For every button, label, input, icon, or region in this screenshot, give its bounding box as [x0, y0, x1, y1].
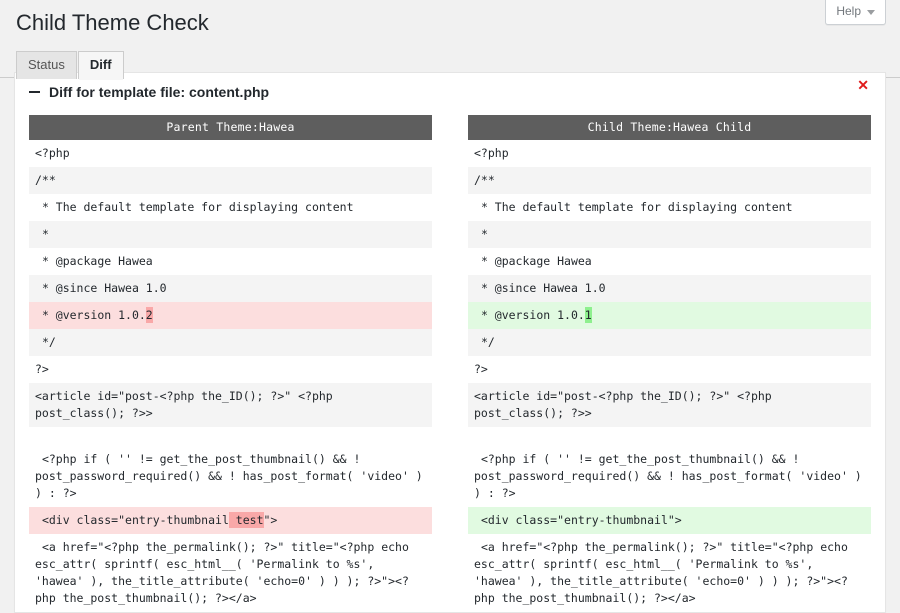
- diff-line: * @package Hawea: [29, 248, 432, 275]
- diff-line: * @since Hawea 1.0: [29, 275, 432, 302]
- diff-line-removed: * @version 1.0.2: [29, 302, 432, 329]
- help-button-label: Help: [836, 4, 861, 18]
- diff-line-added: * @version 1.0.1: [468, 302, 871, 329]
- diff-line-added: <div class="entry-thumbnail">: [468, 507, 871, 534]
- diff-line: <a href="<?php the_permalink(); ?>" titl…: [468, 534, 871, 612]
- diff-column-child: Child Theme:Hawea Child <?php/** * The d…: [468, 115, 871, 612]
- diff-line: * The default template for displaying co…: [468, 194, 871, 221]
- help-button[interactable]: Help: [825, 0, 886, 25]
- diff-line: ?>: [29, 356, 432, 383]
- diff-line: * @since Hawea 1.0: [468, 275, 871, 302]
- child-theme-lines: <?php/** * The default template for disp…: [468, 140, 871, 612]
- diff-line: */: [29, 329, 432, 356]
- diff-card: Diff for template file: content.php ✕ Pa…: [14, 72, 886, 613]
- diff-line: ?>: [468, 356, 871, 383]
- removed-text-chunk: 2: [145, 307, 153, 323]
- diff-line-spacer: [29, 427, 432, 446]
- minus-icon[interactable]: [29, 91, 40, 93]
- diff-line: <?php if ( '' != get_the_post_thumbnail(…: [29, 446, 432, 507]
- added-text-chunk: 1: [584, 307, 592, 323]
- diff-body: Parent Theme:Hawea <?php/** * The defaul…: [15, 112, 885, 612]
- tab-diff[interactable]: Diff: [77, 50, 124, 80]
- tab-status[interactable]: Status: [16, 50, 77, 79]
- diff-line: <?php: [29, 140, 432, 167]
- chevron-down-icon: [867, 9, 875, 15]
- diff-card-header: Diff for template file: content.php ✕: [15, 73, 885, 112]
- diff-line: *: [29, 221, 432, 248]
- diff-line: * @package Hawea: [468, 248, 871, 275]
- diff-line: <?php: [468, 140, 871, 167]
- page-title: Child Theme Check: [16, 10, 209, 35]
- diff-line: <?php if ( '' != get_the_post_thumbnail(…: [468, 446, 871, 507]
- diff-line: <article id="post-<?php the_ID(); ?>" <?…: [468, 383, 871, 427]
- parent-theme-header: Parent Theme:Hawea: [29, 115, 432, 140]
- diff-line: *: [468, 221, 871, 248]
- diff-line-spacer: [468, 427, 871, 446]
- diff-line: /**: [29, 167, 432, 194]
- diff-card-title-row: Diff for template file: content.php: [15, 82, 885, 102]
- diff-column-parent: Parent Theme:Hawea <?php/** * The defaul…: [29, 115, 432, 612]
- removed-text-chunk: test: [228, 512, 264, 528]
- diff-line: <article id="post-<?php the_ID(); ?>" <?…: [29, 383, 432, 427]
- help-tab-container: Help: [825, 0, 886, 25]
- diff-line: * The default template for displaying co…: [29, 194, 432, 221]
- parent-theme-lines: <?php/** * The default template for disp…: [29, 140, 432, 612]
- diff-line: <a href="<?php the_permalink(); ?>" titl…: [29, 534, 432, 612]
- close-icon[interactable]: ✕: [857, 77, 869, 93]
- diff-line-removed: <div class="entry-thumbnail test">: [29, 507, 432, 534]
- diff-line: /**: [468, 167, 871, 194]
- diff-line: */: [468, 329, 871, 356]
- child-theme-header: Child Theme:Hawea Child: [468, 115, 871, 140]
- diff-card-title: Diff for template file: content.php: [49, 84, 270, 100]
